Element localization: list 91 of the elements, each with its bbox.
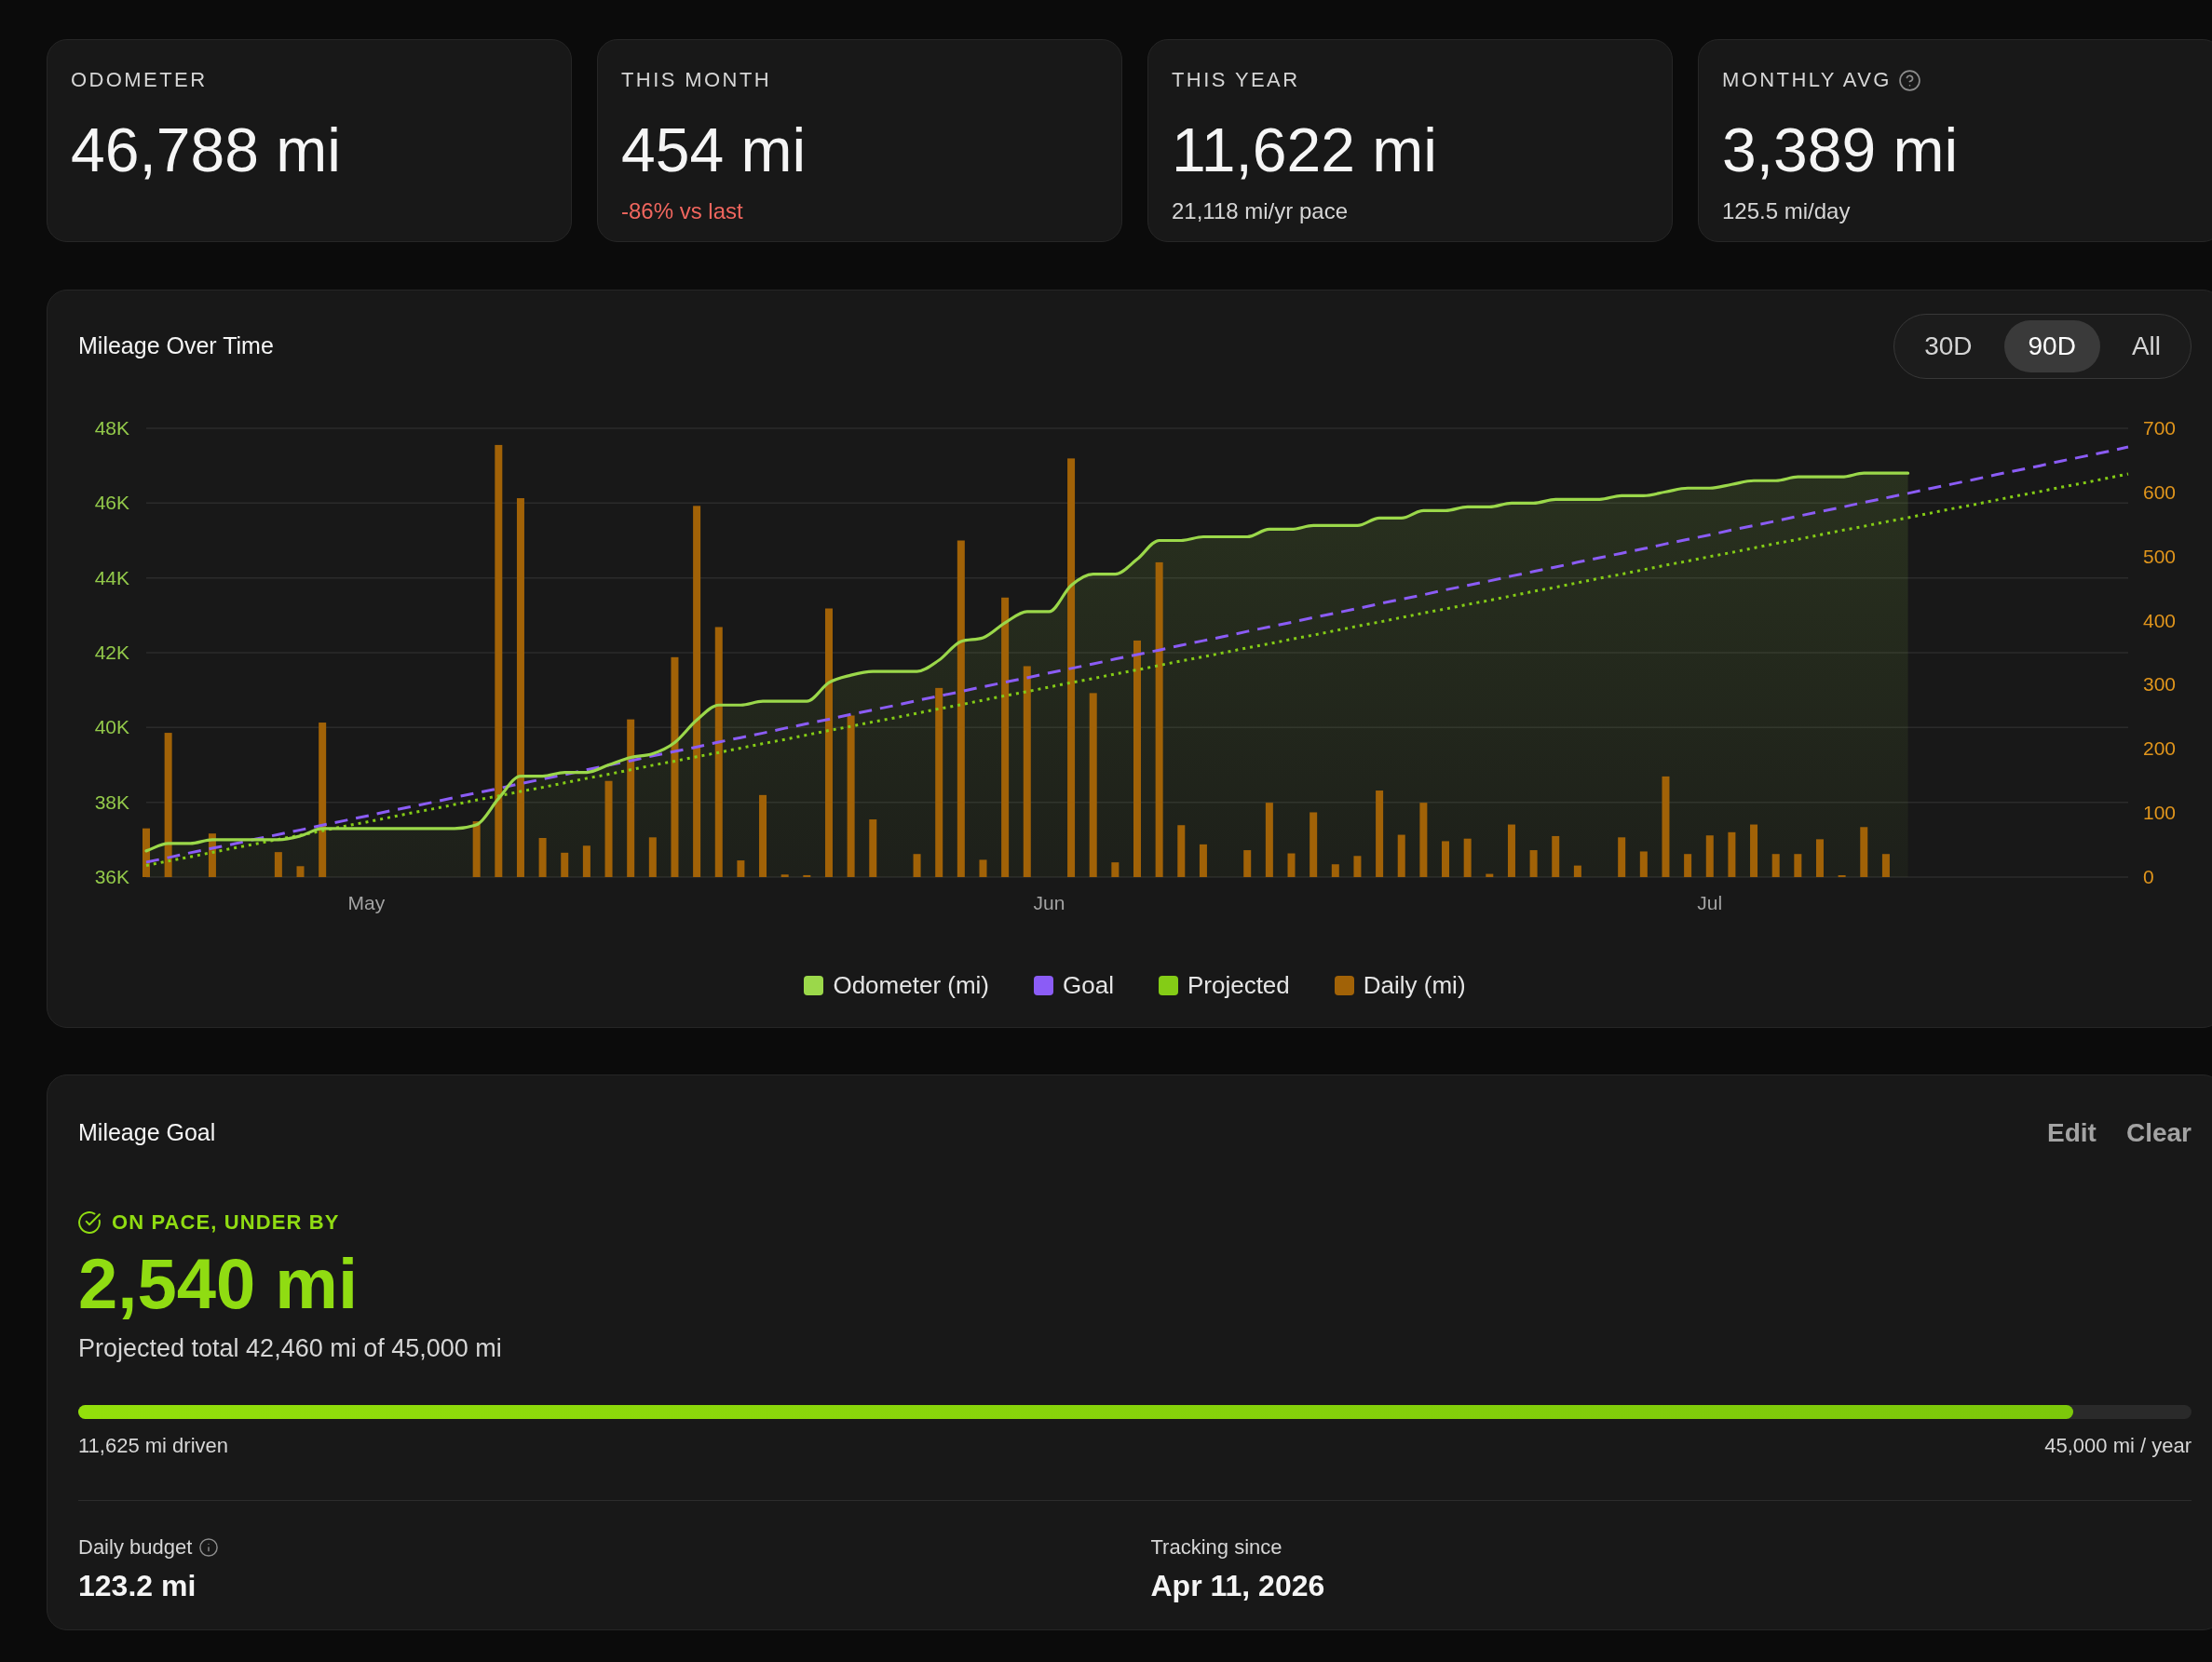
axis-label: 44K [94,566,129,588]
mileage-bar [1794,854,1802,877]
axis-label: Jul [1697,892,1723,913]
axis-label: 200 [2143,737,2177,760]
target-label: 45,000 mi / year [2044,1433,2192,1459]
axis-label: 46K [94,492,129,514]
mileage-bar [582,845,590,877]
stat-value: 3,389 mi [1722,121,1960,180]
mileage-bar [1860,827,1868,877]
axis-label: May [347,892,386,913]
mileage-bar [1177,825,1186,877]
axis-label: 400 [2143,609,2177,631]
mileage-bar [1573,865,1581,877]
mileage-bar [1639,851,1648,877]
axis-label: 600 [2143,480,2177,503]
mileage-bar [1618,837,1626,877]
axis-label: 36K [94,866,129,887]
mileage-bar [1243,850,1252,877]
stat-label: Tracking since [1150,1534,1282,1561]
range-button[interactable]: 90D [2003,320,2100,372]
stat-subtext: 21,118 mi/yr pace [1172,198,1349,224]
axis-label: 500 [2143,545,2177,567]
mileage-bar [1816,839,1824,877]
mileage-bar [1111,862,1120,877]
mileage-bar [803,874,811,877]
mileage-bar [1442,841,1449,877]
legend-label: Odometer (mi) [833,971,989,999]
mileage-bar [472,821,481,877]
mileage-bar [648,837,657,877]
mileage-bar [1486,873,1494,877]
axis-label: 300 [2143,673,2177,696]
mileage-bar [1310,812,1318,877]
mileage-bar [561,852,569,877]
mileage-bar [274,852,282,877]
stat-label: ODOMETER [71,68,208,92]
stat-label: THIS MONTH [621,68,772,92]
chart-title: Mileage Over Time [78,331,274,361]
mileage-bar [1684,854,1692,877]
mileage-bar [869,819,877,877]
mileage-bar [1552,835,1560,877]
status-label: ON PACE, UNDER BY [112,1210,340,1235]
legend-label: Goal [1063,971,1114,999]
legend-label: Daily (mi) [1363,971,1466,999]
mileage-bar [1728,831,1736,877]
stat-value: 11,622 mi [1172,121,1438,180]
mileage-bar [1397,834,1405,877]
axis-label: 700 [2143,417,2177,439]
range-button[interactable]: 30D [1900,320,1997,372]
projection-summary: Projected total 42,460 mi of 45,000 mi [78,1333,503,1364]
mileage-bar [538,838,547,877]
axis-label: 0 [2143,866,2154,887]
stat-value: Apr 11, 2026 [1150,1568,1326,1603]
mileage-bar [1771,854,1780,877]
stat-label: Daily budget [78,1534,193,1561]
mileage-bar [1529,850,1538,877]
mileage-bar [1353,856,1362,877]
mileage-bar [296,866,305,877]
goal-difference: 2,540 mi [78,1249,359,1319]
range-button[interactable]: All [2107,320,2185,372]
legend-label: Projected [1187,971,1290,999]
stat-value: 46,788 mi [71,121,342,180]
mileage-bar [1463,838,1472,877]
mileage-bar [1331,864,1339,877]
mileage-bar [208,833,216,877]
mileage-bar [737,860,745,877]
axis-label: 38K [94,790,129,813]
goal-title: Mileage Goal [78,1118,216,1148]
axis-label: Jun [1033,892,1065,913]
mileage-bar [142,828,150,877]
edit-button[interactable]: Edit [2047,1117,2097,1149]
stat-label: MONTHLY AVG [1722,68,1892,92]
axis-label: 100 [2143,802,2177,824]
axis-label: 42K [94,642,129,663]
mileage-bar [1881,854,1890,877]
stat-label: THIS YEAR [1172,68,1300,92]
mileage-bar [1750,824,1758,877]
axis-label: 48K [94,417,129,439]
axis-label: 40K [94,716,129,738]
mileage-bar [1199,844,1207,877]
driven-label: 11,625 mi driven [78,1433,228,1459]
stat-subtext: -86% vs last [621,198,744,224]
stat-subtext: 125.5 mi/day [1722,198,1852,224]
mileage-bar [1705,835,1714,877]
stat-value: 454 mi [621,121,807,180]
mileage-bar [913,854,921,877]
mileage-bar [780,874,789,877]
mileage-bar [1507,824,1515,877]
stat-value: 123.2 mi [78,1568,197,1603]
mileage-bar [979,859,987,877]
mileage-bar [1287,853,1296,877]
clear-button[interactable]: Clear [2125,1117,2192,1149]
